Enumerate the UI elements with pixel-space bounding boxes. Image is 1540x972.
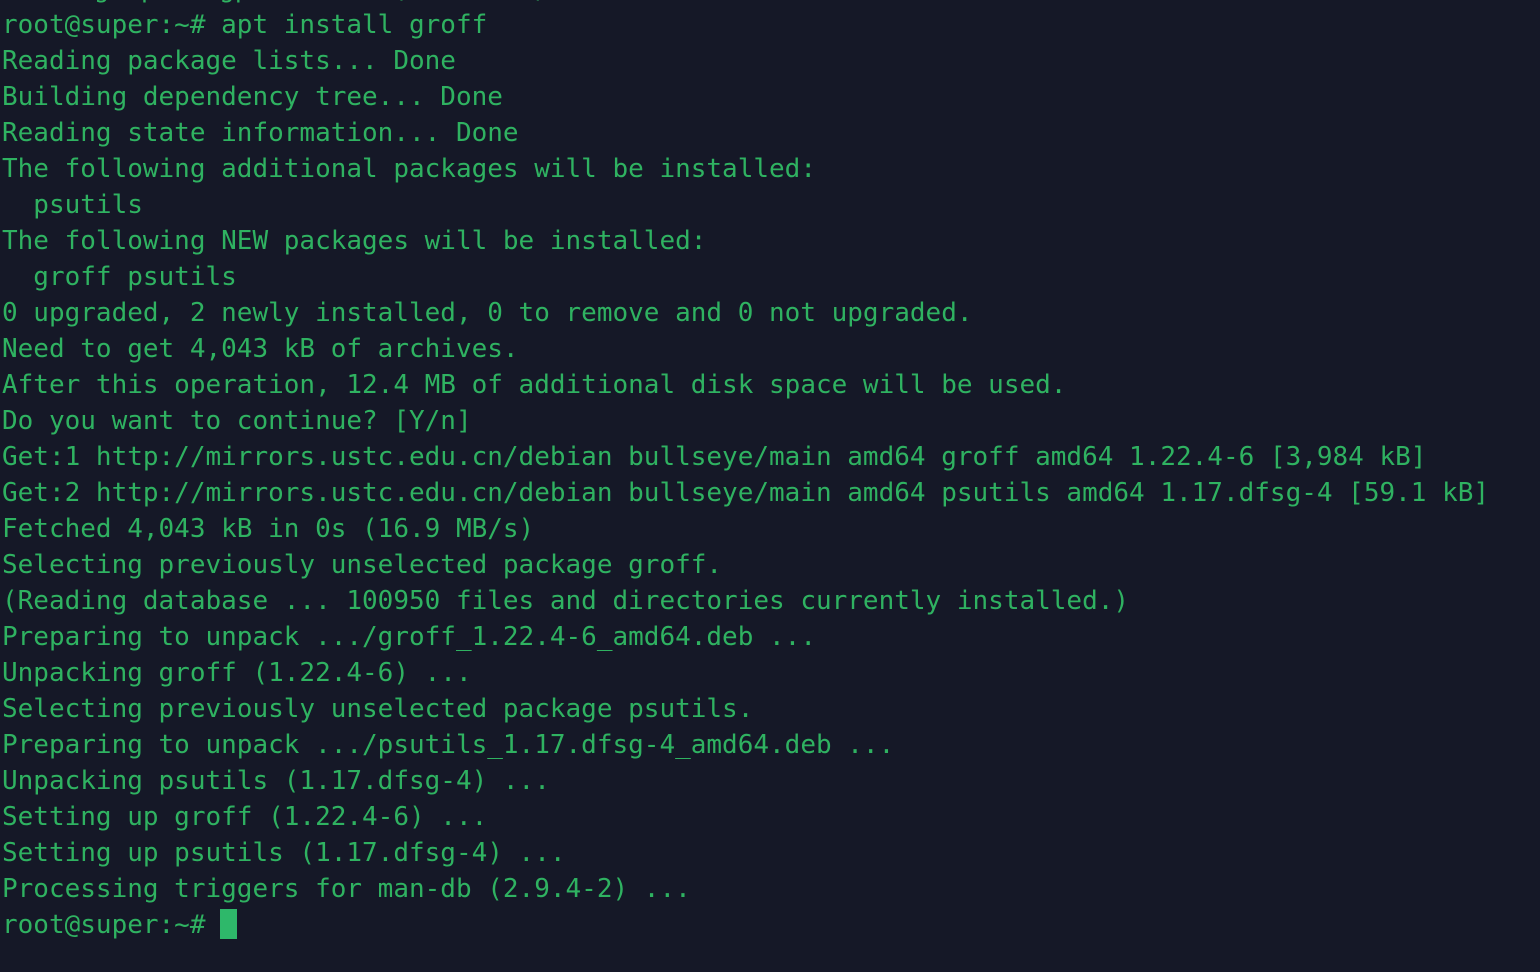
terminal-line-fetched: Fetched 4,043 kB in 0s (16.9 MB/s)	[2, 514, 535, 544]
terminal-line: Reading package lists... Done	[2, 46, 456, 76]
terminal-line-triggers: Processing triggers for man-db (2.9.4-2)…	[2, 874, 691, 904]
terminal-line-database: (Reading database ... 100950 files and d…	[2, 586, 1130, 616]
terminal-line-download: Need to get 4,043 kB of archives.	[2, 334, 519, 364]
terminal-line-summary: 0 upgraded, 2 newly installed, 0 to remo…	[2, 298, 973, 328]
terminal-output: root@super:~# apt install groff Reading …	[0, 7, 1540, 943]
shell-prompt: root@super:~#	[2, 910, 222, 940]
terminal-line: Unpacking groff (1.22.4-6) ...	[2, 658, 472, 688]
terminal-line-get-2: Get:2 http://mirrors.ustc.edu.cn/debian …	[2, 478, 1490, 508]
terminal-line: The following additional packages will b…	[2, 154, 816, 184]
terminal-line-get-1: Get:1 http://mirrors.ustc.edu.cn/debian …	[2, 442, 1427, 472]
terminal-line: The following NEW packages will be insta…	[2, 226, 707, 256]
terminal-line-prompt-confirm: Do you want to continue? [Y/n]	[2, 406, 472, 436]
terminal-line-diskuse: After this operation, 12.4 MB of additio…	[2, 370, 1067, 400]
terminal-line-command: root@super:~# apt install groff	[2, 10, 488, 40]
terminal-line: Building dependency tree... Done	[2, 82, 503, 112]
shell-prompt-line[interactable]: root@super:~#	[0, 907, 1540, 943]
terminal-line: Unpacking psutils (1.17.dfsg-4) ...	[2, 766, 550, 796]
terminal-line: Reading state information... Done	[2, 118, 519, 148]
terminal-line: Selecting previously unselected package …	[2, 550, 723, 580]
terminal-line: Setting up groff (1.22.4-6) ...	[2, 802, 488, 832]
terminal-line: Selecting previously unselected package …	[2, 694, 754, 724]
scrollback-partial-line: Setting up libgpm2:amd64 (1.20.7-8) ...	[0, 0, 1540, 7]
terminal-line-package: psutils	[2, 190, 143, 220]
cursor-block	[220, 909, 238, 939]
terminal-line: Setting up psutils (1.17.dfsg-4) ...	[2, 838, 566, 868]
terminal-line: Preparing to unpack .../groff_1.22.4-6_a…	[2, 622, 816, 652]
terminal-window[interactable]: Setting up libgpm2:amd64 (1.20.7-8) ... …	[0, 0, 1540, 972]
terminal-line: Preparing to unpack .../psutils_1.17.dfs…	[2, 730, 895, 760]
terminal-line-package: groff psutils	[2, 262, 237, 292]
